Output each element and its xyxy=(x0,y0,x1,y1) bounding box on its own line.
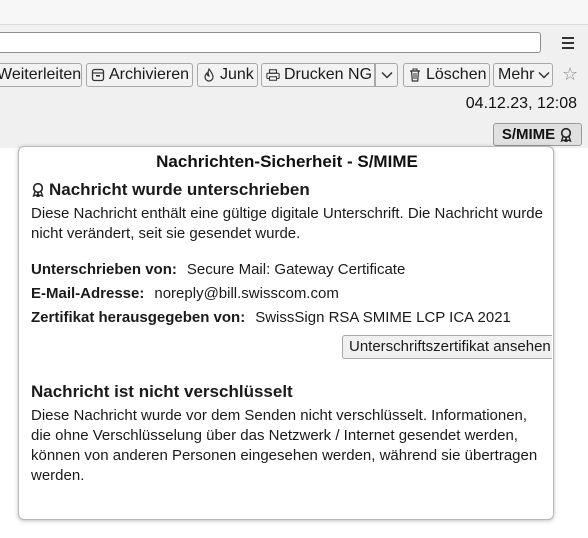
issuer-row: Zertifikat herausgegeben von: SwissSign R… xyxy=(31,306,553,330)
hamburger-menu-icon[interactable] xyxy=(558,34,578,52)
address-bar[interactable] xyxy=(0,32,541,53)
window-top-strip xyxy=(0,0,588,25)
encryption-section: Nachricht ist nicht verschlüsselt Diese … xyxy=(31,381,551,486)
message-toolbar: Weiterleiten Archivieren Junk Drucken NG xyxy=(0,63,588,87)
archive-label: Archivieren xyxy=(109,66,190,83)
archive-icon xyxy=(91,68,105,82)
delete-button[interactable]: Löschen xyxy=(403,63,490,87)
view-signature-certificate-button[interactable]: Unterschriftszertifikat ansehen xyxy=(342,335,552,359)
smime-status-button[interactable]: S/MIME xyxy=(493,123,582,146)
print-dropdown-button[interactable] xyxy=(375,63,398,87)
signature-description: Diese Nachricht enthält eine gültige dig… xyxy=(31,205,543,242)
star-icon[interactable]: ☆ xyxy=(562,64,578,85)
email-row: E-Mail-Adresse: noreply@bill.swisscom.com xyxy=(31,282,553,306)
delete-label: Löschen xyxy=(426,66,487,83)
encryption-description: Diese Nachricht wurde vor dem Senden nic… xyxy=(31,407,538,484)
junk-button[interactable]: Junk xyxy=(197,63,258,87)
junk-icon xyxy=(202,68,216,82)
message-date: 04.12.23, 12:08 xyxy=(465,95,577,112)
issuer-value: SwissSign RSA SMIME LCP ICA 2021 xyxy=(255,309,511,326)
signature-heading-text: Nachricht wurde unterschrieben xyxy=(49,179,310,199)
seal-icon xyxy=(559,127,573,142)
forward-label: Weiterleiten xyxy=(0,66,82,83)
signed-by-value: Secure Mail: Gateway Certificate xyxy=(186,261,406,278)
print-icon xyxy=(266,68,280,82)
signed-by-row: Unterschrieben von: Secure Mail: Gateway … xyxy=(31,258,553,282)
forward-button[interactable]: Weiterleiten xyxy=(0,63,82,87)
print-button[interactable]: Drucken NG xyxy=(261,63,375,87)
smime-label: S/MIME xyxy=(501,126,556,143)
archive-button[interactable]: Archivieren xyxy=(86,63,193,87)
print-label: Drucken NG xyxy=(284,66,373,83)
signature-section: Nachricht wurde unterschrieben Diese Nac… xyxy=(31,179,551,330)
message-security-panel: Nachrichten-Sicherheit - S/MIME Nachrich… xyxy=(18,146,554,520)
chevron-down-icon xyxy=(538,68,550,82)
signature-heading: Nachricht wurde unterschrieben xyxy=(31,179,551,200)
trash-icon xyxy=(408,68,422,82)
junk-label: Junk xyxy=(220,66,254,83)
issuer-label: Zertifikat herausgegeben von: xyxy=(31,309,246,326)
more-button[interactable]: Mehr xyxy=(493,63,553,87)
panel-title: Nachrichten-Sicherheit - S/MIME xyxy=(156,152,418,171)
message-header-area: Weiterleiten Archivieren Junk Drucken NG xyxy=(0,0,588,148)
chevron-down-icon xyxy=(380,68,394,82)
more-label: Mehr xyxy=(498,66,535,83)
email-label: E-Mail-Adresse: xyxy=(31,285,145,302)
email-value: noreply@bill.swisscom.com xyxy=(154,285,339,302)
encryption-heading: Nachricht ist nicht verschlüsselt xyxy=(31,381,293,401)
signed-by-label: Unterschrieben von: xyxy=(31,261,177,278)
seal-icon xyxy=(31,182,45,197)
